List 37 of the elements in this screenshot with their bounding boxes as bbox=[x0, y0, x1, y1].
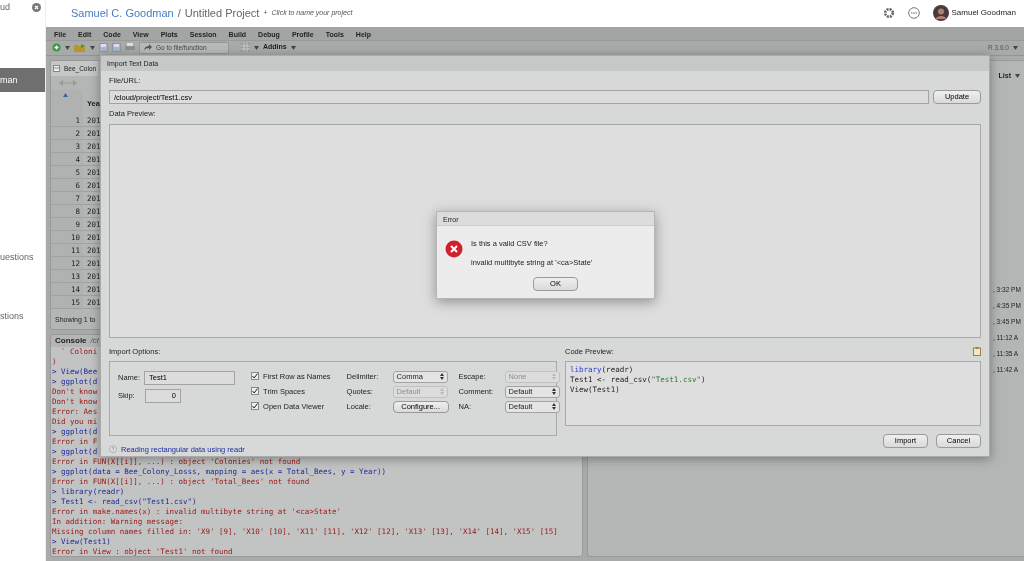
updown-icon bbox=[551, 388, 556, 396]
updown-icon bbox=[439, 373, 444, 381]
clipboard-icon[interactable] bbox=[973, 346, 981, 356]
arrow-icon bbox=[144, 44, 152, 52]
console-tab[interactable]: Console bbox=[55, 335, 87, 347]
caret-icon bbox=[1015, 73, 1020, 78]
updown-icon bbox=[551, 403, 556, 411]
sidebar-item[interactable]: uestions bbox=[0, 245, 45, 269]
caret-icon[interactable] bbox=[254, 45, 259, 50]
project-owner-link[interactable]: Samuel C. Goodman bbox=[71, 5, 174, 22]
sort-icon[interactable] bbox=[63, 93, 68, 98]
checkbox[interactable] bbox=[251, 372, 260, 381]
close-icon[interactable] bbox=[32, 2, 41, 12]
sidebar-item[interactable]: man bbox=[0, 68, 45, 92]
save-all-icon[interactable] bbox=[112, 43, 121, 53]
updown-icon bbox=[439, 388, 444, 396]
save-icon[interactable] bbox=[99, 43, 108, 53]
caret-icon[interactable] bbox=[1013, 45, 1018, 50]
print-icon[interactable] bbox=[125, 43, 135, 53]
updown-icon bbox=[551, 373, 556, 381]
console-path: /cl bbox=[90, 335, 99, 347]
caret-icon[interactable] bbox=[90, 45, 95, 50]
path-separator: / bbox=[177, 6, 181, 22]
caret-icon[interactable] bbox=[65, 45, 70, 50]
avatar-icon[interactable] bbox=[932, 5, 949, 22]
checkbox[interactable] bbox=[251, 387, 260, 396]
sidebar-item[interactable]: stions bbox=[0, 304, 45, 328]
caret-icon[interactable] bbox=[290, 45, 296, 50]
sidebar-item[interactable]: ud bbox=[0, 0, 10, 14]
error-icon bbox=[445, 240, 463, 258]
user-name[interactable]: Samuel Goodman bbox=[951, 7, 1016, 20]
settings-icon[interactable] bbox=[882, 7, 895, 20]
checkbox[interactable] bbox=[251, 402, 260, 411]
more-icon[interactable] bbox=[907, 7, 920, 20]
project-name[interactable]: Untitled Project bbox=[184, 5, 260, 22]
new-file-icon[interactable] bbox=[52, 43, 61, 53]
table-icon bbox=[53, 65, 60, 73]
